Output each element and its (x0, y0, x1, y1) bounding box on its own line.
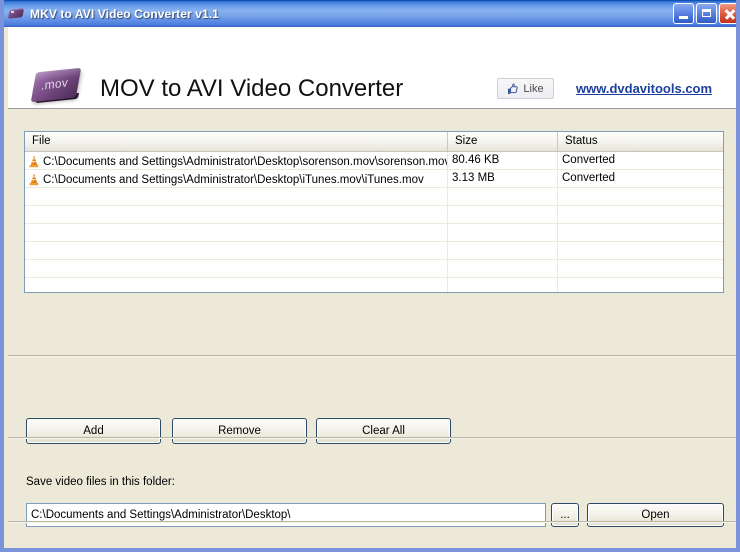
cell-empty (25, 188, 448, 205)
cell-status: Converted (562, 172, 616, 184)
cell-empty (448, 188, 558, 205)
table-row-empty[interactable] (25, 260, 723, 278)
clear-all-button[interactable]: Clear All (316, 418, 451, 444)
like-label: Like (523, 82, 544, 95)
cell-empty (558, 206, 721, 223)
minimize-button[interactable] (673, 3, 694, 24)
window-title: MKV to AVI Video Converter v1.1 (30, 6, 219, 21)
table-row-empty[interactable] (25, 278, 723, 292)
close-button[interactable] (719, 3, 736, 24)
add-button[interactable]: Add (26, 418, 161, 444)
cell-empty (25, 206, 448, 223)
cell-status: Converted (562, 154, 616, 166)
facebook-like-button[interactable]: Like (497, 78, 554, 99)
maximize-button[interactable] (696, 3, 717, 24)
cell-empty (448, 206, 558, 223)
cell-empty (558, 224, 721, 241)
column-header-status[interactable]: Status (558, 132, 721, 151)
file-list-header: File Size Status (25, 132, 723, 152)
table-row-empty[interactable] (25, 188, 723, 206)
vlc-cone-icon (28, 173, 40, 186)
cell-size: 80.46 KB (448, 152, 558, 169)
thumbs-up-icon (507, 83, 519, 95)
cell-empty (448, 260, 558, 277)
cell-file: C:\Documents and Settings\Administrator\… (25, 170, 448, 187)
cell-empty (448, 224, 558, 241)
table-row-empty[interactable] (25, 206, 723, 224)
cell-empty (558, 188, 721, 205)
file-list-body: C:\Documents and Settings\Administrator\… (25, 152, 723, 292)
cell-empty (448, 278, 558, 292)
file-path-text: C:\Documents and Settings\Administrator\… (43, 155, 448, 168)
file-list[interactable]: File Size Status C:\Documents and Settin… (24, 131, 724, 293)
cell-empty (448, 242, 558, 259)
open-folder-button[interactable]: Open (587, 503, 724, 527)
cell-empty (25, 224, 448, 241)
remove-button[interactable]: Remove (172, 418, 307, 444)
table-row[interactable]: C:\Documents and Settings\Administrator\… (25, 152, 723, 170)
output-path-input[interactable] (26, 503, 546, 527)
cell-empty (558, 260, 721, 277)
window-controls (673, 3, 736, 24)
mov-file-icon (7, 5, 25, 22)
column-header-file[interactable]: File (25, 132, 448, 151)
table-row[interactable]: C:\Documents and Settings\Administrator\… (25, 170, 723, 188)
cell-empty (558, 242, 721, 259)
main-panel: File Size Status C:\Documents and Settin… (8, 109, 736, 548)
table-row-empty[interactable] (25, 224, 723, 242)
section-divider-list (8, 355, 736, 356)
section-divider-output (8, 521, 736, 522)
table-row-empty[interactable] (25, 242, 723, 260)
section-divider-buttons (8, 437, 736, 438)
page-title: MOV to AVI Video Converter (100, 75, 404, 102)
output-folder-label: Save video files in this folder: (26, 476, 175, 488)
application-window: MKV to AVI Video Converter v1.1 .mov MOV… (0, 0, 740, 552)
browse-folder-button[interactable]: ... (551, 503, 579, 527)
cell-empty (25, 260, 448, 277)
cell-file: C:\Documents and Settings\Administrator\… (25, 152, 448, 169)
mov-logo-icon: .mov (30, 67, 88, 109)
column-header-size[interactable]: Size (448, 132, 558, 151)
cell-empty (558, 278, 721, 292)
cell-empty (25, 278, 448, 292)
cell-empty (25, 242, 448, 259)
cell-size: 3.13 MB (448, 170, 558, 187)
website-link[interactable]: www.dvdavitools.com (576, 81, 712, 96)
title-bar[interactable]: MKV to AVI Video Converter v1.1 (4, 0, 736, 27)
file-path-text: C:\Documents and Settings\Administrator\… (43, 173, 424, 186)
vlc-cone-icon (28, 155, 40, 168)
app-header: .mov MOV to AVI Video Converter Convert … (8, 27, 736, 121)
